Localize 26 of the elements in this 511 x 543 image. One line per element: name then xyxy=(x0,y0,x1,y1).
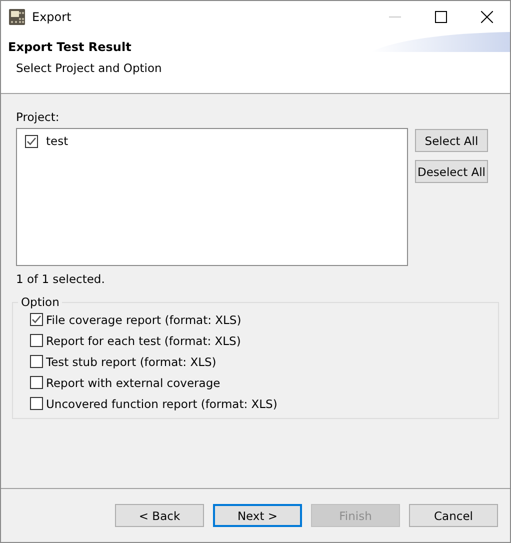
dialog-button[interactable]: Cancel xyxy=(409,504,498,527)
option-label: Uncovered function report (format: XLS) xyxy=(46,396,278,410)
checkbox[interactable] xyxy=(30,334,43,347)
project-name: test xyxy=(46,134,68,148)
checkbox[interactable] xyxy=(30,376,43,389)
option-label: Report for each test (format: XLS) xyxy=(46,334,241,348)
list-button[interactable]: Deselect All xyxy=(415,160,488,183)
app-icon xyxy=(9,8,25,24)
checkbox[interactable] xyxy=(30,313,43,326)
option-label: Test stub report (format: XLS) xyxy=(46,354,216,368)
default-button[interactable]: Next > xyxy=(213,504,302,527)
checkbox[interactable] xyxy=(30,355,43,368)
checkbox[interactable] xyxy=(25,134,38,148)
window-title: Export xyxy=(32,10,72,24)
close-icon[interactable] xyxy=(481,10,493,22)
selection-count: 1 of 1 selected. xyxy=(16,272,106,286)
option-label: Report with external coverage xyxy=(46,376,220,390)
option-label: File coverage report (format: XLS) xyxy=(46,312,242,326)
maximize-icon[interactable] xyxy=(435,10,447,22)
page-title: Export Test Result xyxy=(8,40,132,54)
checkbox[interactable] xyxy=(30,397,43,410)
page-subtitle: Select Project and Option xyxy=(16,61,162,75)
project-label: Project: xyxy=(16,110,60,124)
group-title: Option xyxy=(20,295,60,309)
dialog-button[interactable]: < Back xyxy=(115,504,204,527)
list-button[interactable]: Select All xyxy=(415,129,488,152)
